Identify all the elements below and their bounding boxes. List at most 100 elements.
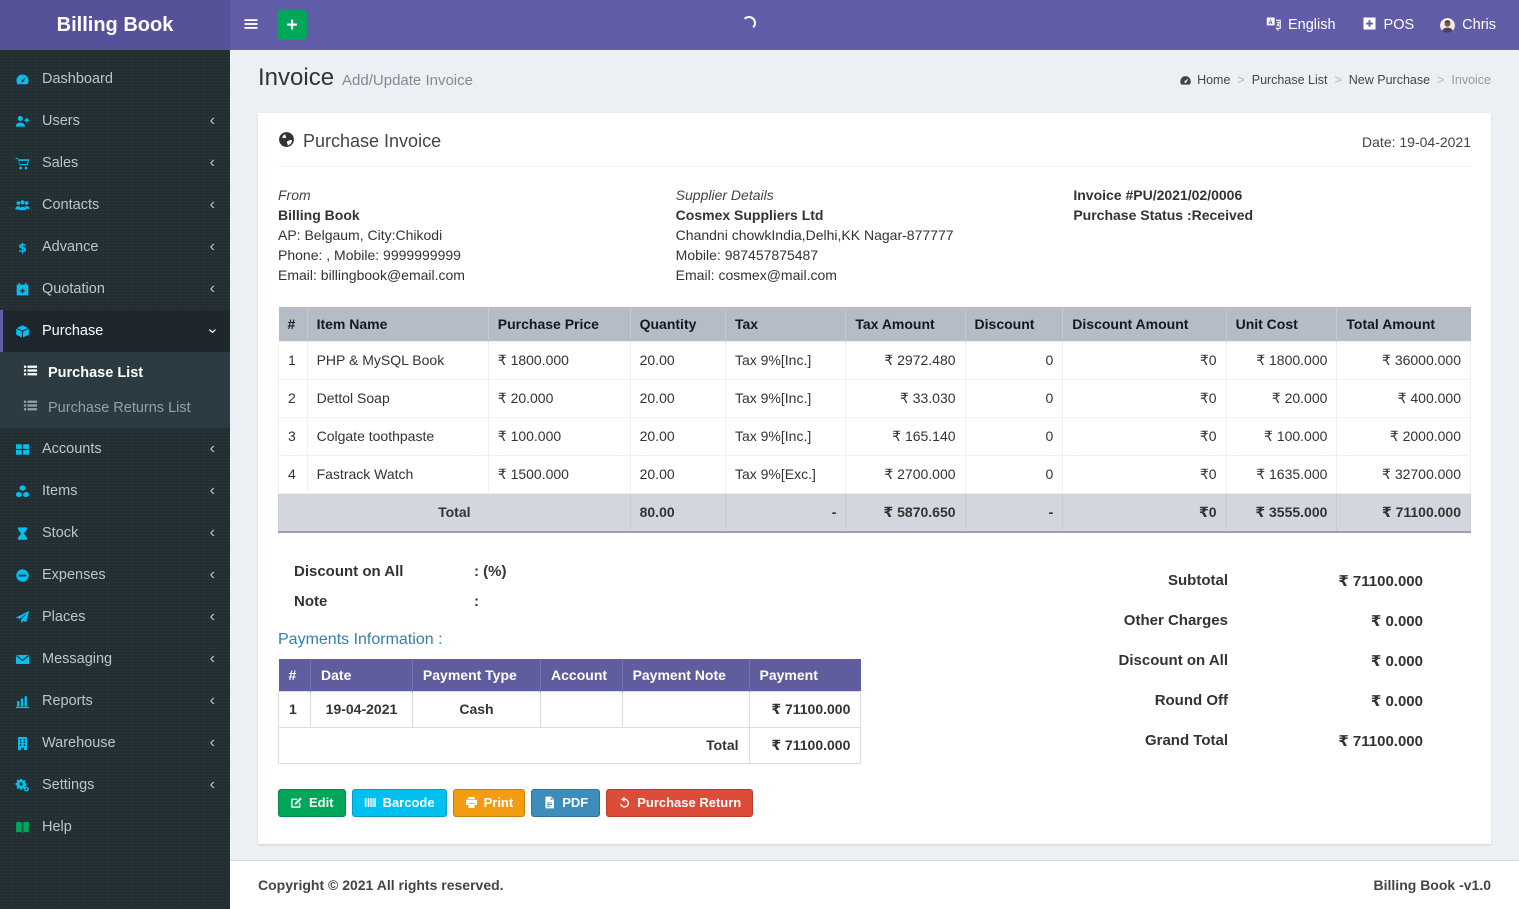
sidebar-item-dashboard[interactable]: Dashboard <box>0 58 230 100</box>
chevron-left-icon: ‹ <box>209 238 215 255</box>
item-cell: 0 <box>964 454 1064 494</box>
list-icon <box>23 398 48 417</box>
print-button[interactable]: Print <box>452 788 526 817</box>
sidebar-item-messaging[interactable]: Messaging ‹ <box>0 638 230 680</box>
sidebar-item-contacts[interactable]: Contacts ‹ <box>0 184 230 226</box>
sidebar-item-items[interactable]: Items ‹ <box>0 470 230 512</box>
items-total-cell: - <box>964 492 1064 533</box>
sidebar-item-accounts[interactable]: Accounts ‹ <box>0 428 230 470</box>
pos-button[interactable]: POS <box>1349 0 1428 50</box>
payments-header-row: # Date Payment Type Account Payment Note Paym… <box>278 658 861 691</box>
note-value: : <box>474 593 479 610</box>
item-cell: ₹ 32700.000 <box>1336 454 1471 494</box>
sidebar-item-stock[interactable]: Stock ‹ <box>0 512 230 554</box>
sidebar-item-sales[interactable]: Sales ‹ <box>0 142 230 184</box>
item-row: 1 PHP & MySQL Book ₹ 1800.000 20.00 Tax 9%[I… <box>278 340 1471 380</box>
user-plus-icon <box>15 114 42 129</box>
sidebar-item-quotation[interactable]: Quotation ‹ <box>0 268 230 310</box>
item-cell: ₹ 20.000 <box>1225 378 1338 418</box>
item-cell: ₹0 <box>1062 340 1227 380</box>
sidebar-item-warehouse[interactable]: Warehouse ‹ <box>0 722 230 764</box>
payment-row: 1 19-04-2021 Cash ₹ 71100.000 <box>277 690 862 728</box>
items-header-row: # Item Name Purchase Price Quantity Tax Tax A… <box>278 306 1471 341</box>
summary-row-subtotal: Subtotal ₹ 71100.000 <box>861 561 1423 601</box>
item-cell: ₹ 2000.000 <box>1336 416 1471 456</box>
items-total-cell: ₹ 71100.000 <box>1336 492 1471 533</box>
summary-row-round-off: Round Off ₹ 0.000 <box>861 681 1423 721</box>
building-icon <box>15 736 42 751</box>
chevron-left-icon: ‹ <box>209 776 215 793</box>
breadcrumb-label: Invoice <box>1451 73 1491 87</box>
column-header-quantity: Quantity <box>630 306 726 341</box>
payments-total-label: Total <box>278 726 750 764</box>
payments-column-header-account: Account <box>540 658 623 691</box>
column-header-purchase-price: Purchase Price <box>488 306 631 341</box>
copyright-text: Copyright © 2021 All rights reserved. <box>258 877 504 893</box>
item-cell: Dettol Soap <box>306 378 489 418</box>
items-total-row: Total 80.00- ₹ 5870.650- ₹0 ₹ 3555.000 ₹ 7110… <box>278 492 1471 533</box>
sidebar: Dashboard Users ‹ Sales ‹ Contacts ‹ $ Advance ‹ Q… <box>0 50 230 909</box>
sidebar-item-label: Warehouse <box>42 735 116 751</box>
language-menu[interactable]: English <box>1253 0 1349 50</box>
item-cell: 20.00 <box>629 340 726 380</box>
breadcrumb-new-purchase[interactable]: New Purchase <box>1349 73 1430 87</box>
breadcrumb-label: New Purchase <box>1348 73 1431 87</box>
chevron-left-icon: ‹ <box>209 196 215 213</box>
purchase-return-button[interactable]: Purchase Return <box>606 788 754 817</box>
button-label: Purchase Return <box>637 795 742 810</box>
item-cell: 0 <box>964 340 1064 380</box>
item-cell: ₹ 1800.000 <box>1225 340 1338 380</box>
barcode-button[interactable]: Barcode <box>351 788 447 817</box>
discount-on-all-label: Discount on All <box>294 563 404 580</box>
item-cell: 0 <box>964 416 1064 456</box>
svg-text:$: $ <box>18 240 27 255</box>
pdf-button[interactable]: PDF <box>531 788 601 817</box>
app-window: Billing Book + English POS Chris Dashboa… <box>0 0 1519 909</box>
sidebar-item-expenses[interactable]: Expenses ‹ <box>0 554 230 596</box>
sidebar-item-advance[interactable]: $ Advance ‹ <box>0 226 230 268</box>
sidebar-item-purchase[interactable]: Purchase ‹ <box>0 310 230 352</box>
breadcrumb-label: Home <box>1197 73 1231 87</box>
sidebar-subitem-label: Purchase List <box>48 364 144 381</box>
note-line: Note : <box>278 587 861 617</box>
sidebar-submenu-purchase: Purchase List Purchase Returns List <box>0 352 230 428</box>
invoice-bottom: Discount on All : (%) Note : Payments In… <box>277 557 1471 817</box>
item-cell: ₹ 2972.480 <box>845 340 966 380</box>
sidebar-item-help[interactable]: Help <box>0 806 230 848</box>
sidebar-item-users[interactable]: Users ‹ <box>0 100 230 142</box>
user-name: Chris <box>1462 17 1496 33</box>
users-icon <box>15 198 42 213</box>
sidebar-item-label: Expenses <box>42 567 106 583</box>
item-cell: ₹ 1800.000 <box>487 340 631 380</box>
items-total-cell: Total <box>278 492 631 533</box>
user-menu[interactable]: Chris <box>1427 0 1509 50</box>
breadcrumb-label: Purchase List <box>1251 73 1328 87</box>
sidebar-item-places[interactable]: Places ‹ <box>0 596 230 638</box>
gauge-icon <box>15 72 42 87</box>
summary-value: ₹ 0.000 <box>1370 692 1423 710</box>
sidebar-item-settings[interactable]: Settings ‹ <box>0 764 230 806</box>
sidebar-item-purchase-list[interactable]: Purchase List <box>0 355 230 390</box>
summary-label: Round Off <box>1154 692 1228 709</box>
edit-button[interactable]: Edit <box>278 788 346 817</box>
item-row: 2 Dettol Soap ₹ 20.000 20.00 Tax 9%[Inc.] ₹ 3… <box>278 378 1471 418</box>
breadcrumb-purchase-list[interactable]: Purchase List <box>1252 73 1328 87</box>
payment-cell: Cash <box>411 690 542 728</box>
sidebar-item-reports[interactable]: Reports ‹ <box>0 680 230 722</box>
quick-add-button[interactable]: + <box>277 10 307 40</box>
chevron-left-icon: ‹ <box>209 280 215 297</box>
app-logo[interactable]: Billing Book <box>0 0 230 50</box>
sidebar-toggle-button[interactable] <box>230 0 272 50</box>
content-header: Invoice Add/Update Invoice Home > Purchase… <box>230 50 1519 100</box>
sidebar-item-purchase-returns-list[interactable]: Purchase Returns List <box>0 390 230 425</box>
note-label: Note <box>294 593 328 610</box>
invoice-bottom-left: Discount on All : (%) Note : Payments In… <box>277 557 862 817</box>
th-large-icon <box>15 442 42 457</box>
sidebar-item-label: Accounts <box>42 441 102 457</box>
breadcrumb-home[interactable]: Home <box>1179 73 1230 87</box>
item-cell: 2 <box>278 378 308 418</box>
breadcrumb: Home > Purchase List > New Purchase > Invoice <box>1139 73 1491 87</box>
column-header-tax: Tax <box>725 306 847 341</box>
book-icon <box>15 820 42 835</box>
button-label: Edit <box>309 795 334 810</box>
